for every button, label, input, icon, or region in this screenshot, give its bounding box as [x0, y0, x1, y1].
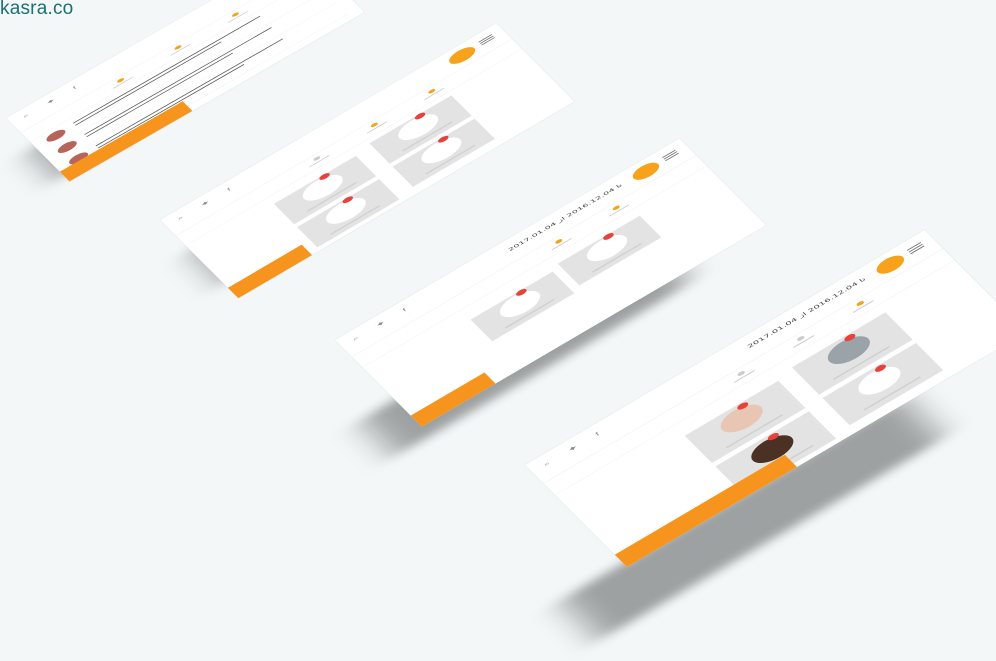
hamburger-icon[interactable] — [478, 34, 496, 46]
hamburger-icon[interactable] — [906, 242, 925, 255]
mockup-stage: ⌕ ✦ f ⌕ ✦ f 2017.01.04 تا 2016.12.04 از … — [0, 0, 996, 661]
hamburger-icon[interactable] — [662, 149, 679, 162]
footer-bar[interactable] — [227, 244, 313, 299]
